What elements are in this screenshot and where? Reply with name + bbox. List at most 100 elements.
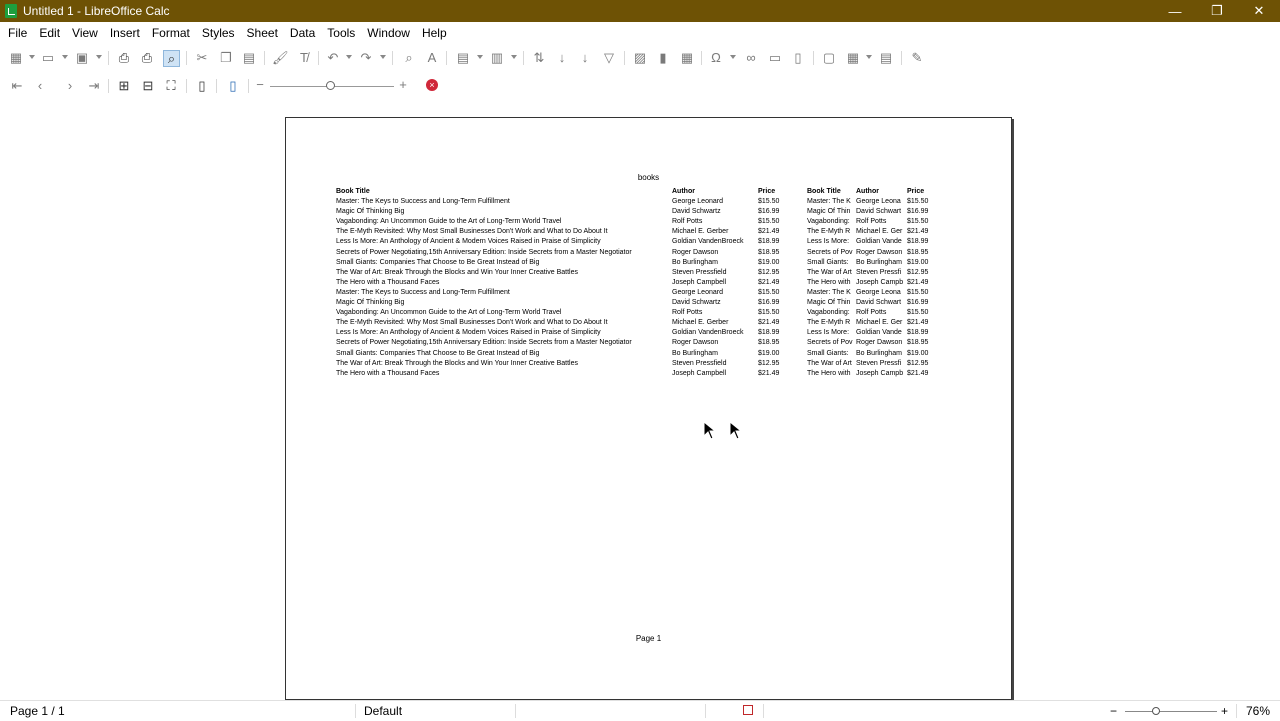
cell-book-title: Magic Of Thinking Big (336, 299, 405, 307)
cell-author: Joseph Campbell (672, 278, 727, 286)
clone-formatting-icon[interactable]: 🖌 (272, 50, 289, 66)
menu-insert[interactable]: Insert (104, 22, 146, 44)
redo-icon[interactable]: ↷ (358, 50, 374, 66)
redo-dropdown-icon[interactable] (380, 55, 386, 59)
status-zoom-slider-track[interactable] (1125, 711, 1217, 712)
zoom-slider-handle[interactable] (326, 81, 335, 90)
status-page-style[interactable]: Default (364, 704, 402, 718)
last-page-icon[interactable]: ⇥ (86, 78, 102, 94)
sort-descending-icon[interactable]: ↓ (577, 50, 593, 66)
zoom-out-button[interactable]: − (252, 77, 268, 93)
previous-page-icon[interactable]: ‹ (32, 78, 48, 94)
status-zoom-level[interactable]: 76% (1246, 704, 1270, 718)
sort-icon[interactable]: ⇅ (531, 50, 547, 66)
cell-price-2: $16.99 (907, 299, 929, 307)
table-row: Vagabonding: An Uncommon Guide to the Ar… (336, 308, 953, 318)
freeze-rows-columns-icon[interactable]: ▦ (845, 50, 861, 66)
open-dropdown-icon[interactable] (62, 55, 68, 59)
split-window-icon[interactable]: ▤ (878, 50, 894, 66)
cell-price-2: $21.49 (907, 228, 929, 236)
define-print-area-icon[interactable]: ▢ (821, 50, 837, 66)
menu-tools[interactable]: Tools (321, 22, 361, 44)
busy-cursor-icon (703, 421, 717, 440)
new-dropdown-icon[interactable] (29, 55, 35, 59)
toolbar-separator (813, 51, 814, 65)
menu-format[interactable]: Format (146, 22, 196, 44)
full-screen-icon[interactable]: ⛶ (163, 78, 179, 94)
cell-price: $19.00 (758, 349, 780, 357)
row-dropdown-icon[interactable] (477, 55, 483, 59)
restore-button[interactable]: ❐ (1196, 0, 1238, 22)
undo-dropdown-icon[interactable] (346, 55, 352, 59)
cell-author-2: George Leona (856, 288, 901, 296)
menu-window[interactable]: Window (361, 22, 416, 44)
print-icon[interactable]: ⎙ (139, 50, 155, 66)
comment-icon[interactable]: ▭ (767, 50, 783, 66)
new-icon[interactable]: ▦ (8, 50, 24, 66)
menu-view[interactable]: View (66, 22, 104, 44)
zoom-out-preview-icon[interactable]: ⊟ (140, 78, 156, 94)
zoom-in-preview-icon[interactable]: ⊞ (116, 78, 132, 94)
zoom-in-button[interactable]: + (395, 77, 411, 93)
cut-icon[interactable]: ✂ (194, 50, 210, 66)
spelling-icon[interactable]: A (424, 50, 440, 66)
status-zoom-out-button[interactable]: − (1110, 704, 1117, 718)
cell-price: $21.49 (758, 278, 780, 286)
undo-icon[interactable]: ↶ (325, 50, 341, 66)
status-zoom-in-button[interactable]: + (1221, 704, 1228, 718)
document-modified-icon[interactable] (743, 705, 753, 715)
page-format-icon[interactable]: ▯ (194, 78, 210, 94)
find-replace-icon[interactable]: ⌕ (401, 50, 417, 66)
toolbar-separator (186, 79, 187, 93)
autofilter-icon[interactable]: ▽ (601, 50, 617, 66)
open-icon[interactable]: ▭ (40, 50, 56, 66)
export-pdf-icon[interactable]: ⎙ (116, 50, 132, 66)
first-page-icon[interactable]: ⇤ (9, 78, 25, 94)
next-page-icon[interactable]: › (62, 78, 78, 94)
status-zoom-slider-handle[interactable] (1152, 707, 1160, 715)
paste-icon[interactable]: ▤ (241, 50, 257, 66)
headers-footers-icon[interactable]: ▯ (790, 50, 806, 66)
calc-app-icon (5, 4, 17, 18)
save-icon[interactable]: ▣ (74, 50, 90, 66)
pivot-table-icon[interactable]: ▦ (679, 50, 695, 66)
copy-icon[interactable]: ❐ (218, 50, 234, 66)
hyperlink-icon[interactable]: ∞ (743, 50, 759, 66)
chart-icon[interactable]: ▮ (655, 50, 671, 66)
table-row: Magic Of Thinking Big David Schwartz $16.9… (336, 298, 953, 308)
special-character-dropdown-icon[interactable] (730, 55, 736, 59)
column-icon[interactable]: ▥ (489, 50, 505, 66)
cell-price: $15.50 (758, 309, 780, 317)
sort-ascending-icon[interactable]: ↓ (554, 50, 570, 66)
freeze-dropdown-icon[interactable] (866, 55, 872, 59)
menu-edit[interactable]: Edit (33, 22, 66, 44)
cell-book-title: The Hero with a Thousand Faces (336, 278, 440, 286)
table-row: Less Is More: An Anthology of Ancient & … (336, 328, 953, 338)
margins-icon[interactable]: ▯ (225, 78, 241, 94)
close-preview-button[interactable]: × (426, 79, 438, 91)
save-dropdown-icon[interactable] (96, 55, 102, 59)
cell-author: David Schwartz (672, 299, 721, 307)
row-icon[interactable]: ▤ (455, 50, 471, 66)
menu-file[interactable]: File (0, 22, 33, 44)
cell-price-2: $18.95 (907, 339, 929, 347)
special-character-icon[interactable]: Ω (708, 50, 724, 66)
menu-styles[interactable]: Styles (196, 22, 241, 44)
print-preview-icon[interactable]: ⌕ (163, 50, 180, 67)
cell-author-2: Bo Burlingham (856, 349, 902, 357)
minimize-button[interactable]: — (1154, 0, 1196, 22)
toolbar-separator (108, 51, 109, 65)
menu-sheet[interactable]: Sheet (241, 22, 284, 44)
image-icon[interactable]: ▨ (632, 50, 648, 66)
menu-help[interactable]: Help (416, 22, 453, 44)
table-row: The War of Art: Break Through the Blocks… (336, 268, 953, 278)
books-table: Book Title Author Price Book Title Autho… (336, 187, 953, 379)
menu-data[interactable]: Data (284, 22, 321, 44)
column-dropdown-icon[interactable] (511, 55, 517, 59)
clear-formatting-icon[interactable]: T̸ (296, 50, 312, 66)
show-draw-functions-icon[interactable]: ✎ (909, 50, 925, 66)
cell-book-title-2: Secrets of Pov (807, 339, 853, 347)
cell-price-2: $15.50 (907, 218, 929, 226)
cell-author-2: George Leona (856, 198, 901, 206)
close-button[interactable]: ✕ (1238, 0, 1280, 22)
